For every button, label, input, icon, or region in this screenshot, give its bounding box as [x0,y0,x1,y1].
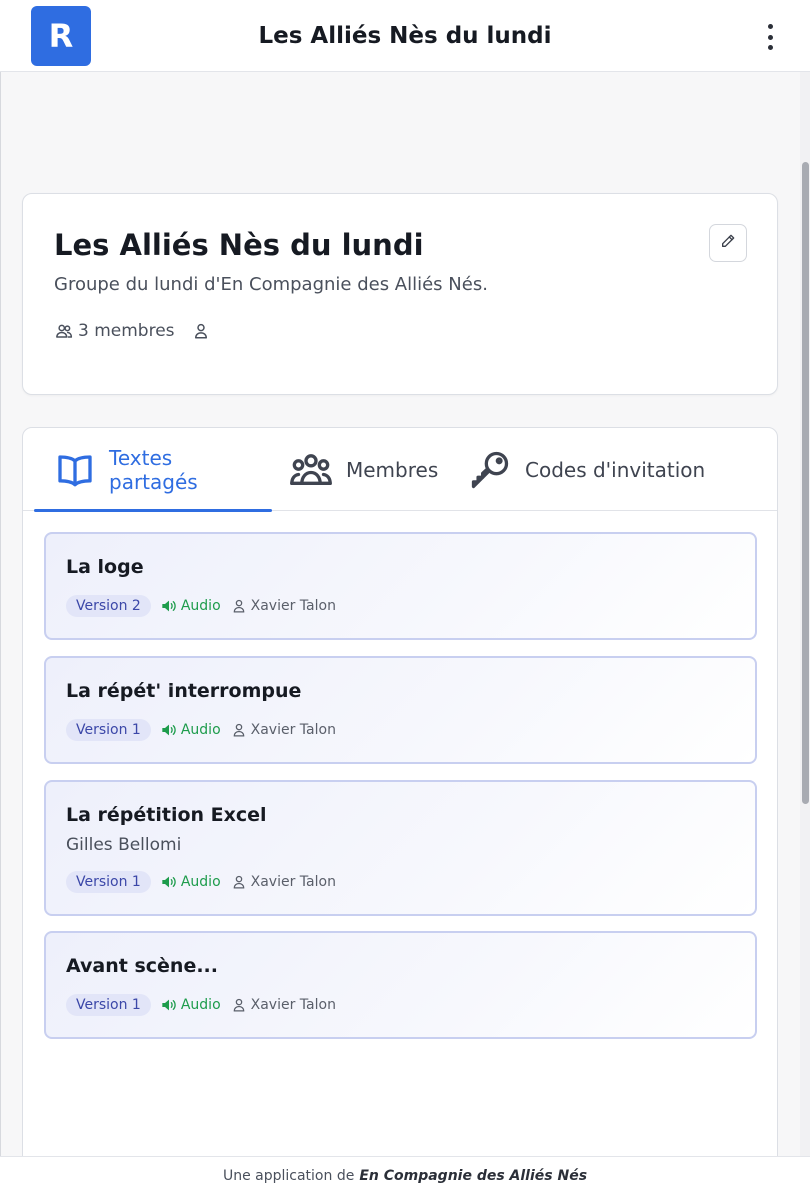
tab-shared-texts[interactable]: Textes partagés [34,428,272,512]
owner-tag: Xavier Talon [233,997,336,1013]
pencil-icon [720,233,736,253]
app-footer: Une application de En Compagnie des Alli… [0,1156,810,1195]
text-tags: Version 1 Audio Xavier Talon [66,994,336,1016]
app-header: R Les Alliés Nès du lundi [0,0,810,72]
owner-tag: Xavier Talon [233,874,336,890]
group-description: Groupe du lundi d'En Compagnie des Allié… [54,274,488,295]
group-title: Les Alliés Nès du lundi [54,228,424,262]
owner-name: Xavier Talon [250,598,336,614]
tab-bar: Textes partagés Membres Codes d'invitati… [23,428,777,512]
tab-invitation-codes[interactable]: Codes d'invitation [467,428,705,511]
text-tags: Version 2 Audio Xavier Talon [66,595,336,617]
owner-name: Xavier Talon [250,722,336,738]
text-tags: Version 1 Audio Xavier Talon [66,719,336,741]
text-title: La répétition Excel [66,804,267,826]
version-badge: Version 1 [66,871,151,893]
user-icon [233,599,244,613]
audio-label: Audio [180,722,221,738]
speaker-icon [162,999,176,1011]
text-card[interactable]: La répétition Excel Gilles Bellomi Versi… [44,780,757,916]
owner-tag: Xavier Talon [233,722,336,738]
text-card[interactable]: La loge Version 2 Audio Xavier Talon [44,532,757,640]
book-icon [53,450,97,490]
member-count: 3 membres [78,321,175,341]
scrollbar-thumb[interactable] [802,162,809,804]
speaker-icon [162,876,176,888]
group-info-card: Les Alliés Nès du lundi Groupe du lundi … [22,193,778,395]
content-card: Textes partagés Membres Codes d'invitati… [22,427,778,1187]
text-tags: Version 1 Audio Xavier Talon [66,871,336,893]
owner-name: Xavier Talon [250,874,336,890]
app-logo[interactable]: R [31,6,91,66]
more-menu-icon[interactable] [760,24,780,50]
text-title: La loge [66,556,144,578]
header-title: Les Alliés Nès du lundi [258,22,552,49]
audio-label: Audio [180,598,221,614]
footer-prefix: Une application de [222,1168,355,1184]
audio-label: Audio [180,997,221,1013]
tab-invitation-codes-label: Codes d'invitation [525,457,706,482]
audio-label: Audio [180,874,221,890]
group-meta: 3 membres [54,321,211,341]
text-card[interactable]: La répét' interrompue Version 1 Audio Xa… [44,656,757,764]
users-icon [288,450,334,490]
text-title: La répét' interrompue [66,680,302,702]
edit-group-button[interactable] [709,224,747,262]
audio-tag: Audio [161,997,221,1013]
tab-members-label: Membres [346,457,439,482]
version-badge: Version 2 [66,595,151,617]
user-icon [233,998,244,1012]
tab-shared-texts-label: Textes partagés [109,445,198,494]
user-icon [233,875,244,889]
scrollbar[interactable] [800,72,810,1156]
version-badge: Version 1 [66,994,151,1016]
text-author: Gilles Bellomi [66,835,182,855]
key-icon [467,448,513,492]
version-badge: Version 1 [66,719,151,741]
speaker-icon [162,724,176,736]
user-icon [191,321,211,341]
owner-tag: Xavier Talon [233,598,336,614]
speaker-icon [162,600,176,612]
tab-members[interactable]: Membres [288,428,438,511]
user-icon [233,723,244,737]
audio-tag: Audio [161,722,221,738]
users-icon [54,321,74,341]
audio-tag: Audio [161,874,221,890]
text-card[interactable]: Avant scène... Version 1 Audio Xavier Ta… [44,931,757,1039]
page-edge-divider [0,72,1,1156]
audio-tag: Audio [161,598,221,614]
text-title: Avant scène... [66,955,218,977]
owner-name: Xavier Talon [250,997,336,1013]
footer-brand: En Compagnie des Alliés Nés [359,1168,588,1184]
